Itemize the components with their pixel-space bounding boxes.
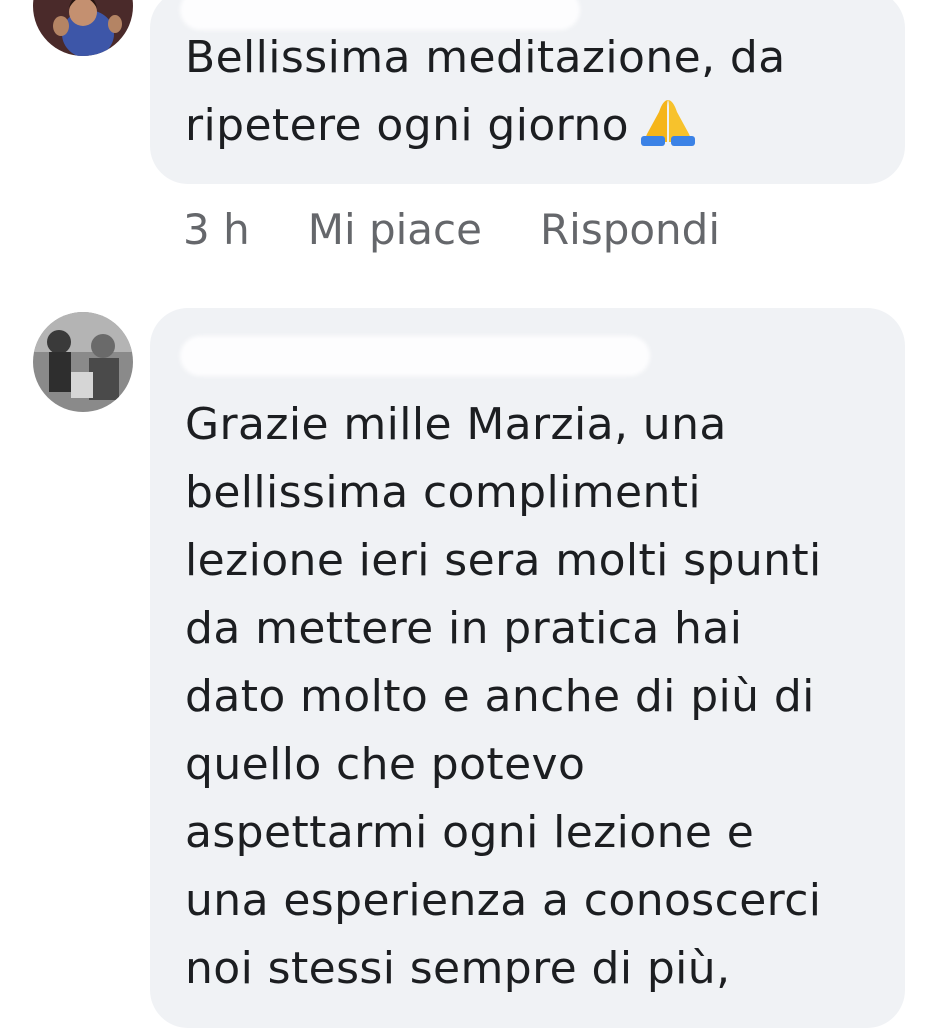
comment-text: Grazie mille Marzia, una bellissima comp…: [185, 399, 822, 994]
avatar[interactable]: [33, 312, 133, 412]
comment-2: Grazie mille Marzia, una bellissima comp…: [0, 0, 935, 1028]
profile-photo-icon: [33, 312, 133, 412]
author-name[interactable]: [180, 336, 650, 376]
comment-bubble: Grazie mille Marzia, una bellissima comp…: [150, 308, 905, 1028]
